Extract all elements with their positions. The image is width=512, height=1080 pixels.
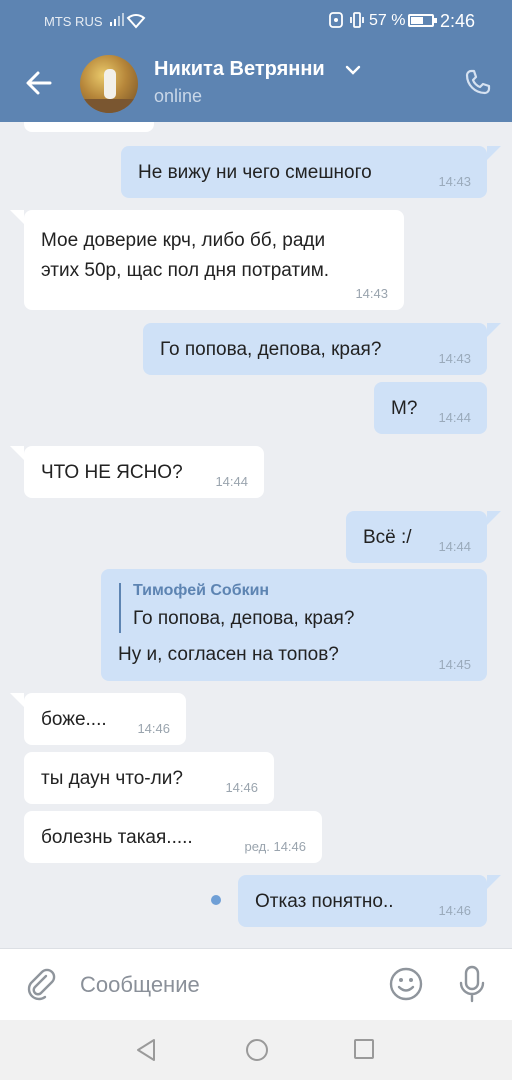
nav-back-icon[interactable] [134,1037,158,1063]
message-time: ред. 14:46 [244,839,306,854]
message-text: М? [391,398,418,419]
bubble-tail [10,446,24,460]
message-composer [0,948,512,1020]
quote-author[interactable]: Тимофей Собкин [133,581,269,601]
arrow-left-icon[interactable] [22,66,56,100]
nav-home-icon[interactable] [244,1037,270,1063]
nfc-icon [329,12,343,28]
message-bubble-out[interactable]: Отказ понятно.. 14:46 [238,875,487,927]
message-input[interactable] [80,968,370,1002]
message-time: 14:44 [215,474,248,489]
message-bubble-in[interactable]: Мое доверие крч, либо бб, ради этих 50р,… [24,210,404,310]
message-time: 14:43 [438,351,471,366]
message-time: 14:43 [438,174,471,189]
carrier-label: MTS RUS [44,14,103,29]
avatar[interactable] [80,55,138,113]
message-time: 14:44 [438,410,471,425]
bubble-tail [10,693,24,707]
message-bubble-out[interactable]: Не вижу ни чего смешного 14:43 [121,146,487,198]
vibrate-icon [350,12,364,28]
chat-header: Никита Ветрянни online [0,44,512,122]
paperclip-icon[interactable] [24,967,58,1001]
message-bubble-in[interactable]: боже.... 14:46 [24,693,186,745]
message-text: боже.... [41,709,107,730]
chevron-down-icon[interactable] [344,64,362,76]
microphone-icon[interactable] [456,964,488,1004]
message-text: Всё :/ [363,527,412,548]
message-time: 14:44 [438,539,471,554]
phone-icon[interactable] [464,68,492,96]
message-bubble-out[interactable]: Всё :/ 14:44 [346,511,487,563]
message-line: этих 50р, щас пол дня потратим. [41,260,330,281]
signal-icon [110,13,124,26]
message-bubble-in[interactable]: болезнь такая..... ред. 14:46 [24,811,322,863]
message-time: 14:43 [355,286,388,301]
message-text: болезнь такая..... [41,827,193,848]
battery-icon [408,14,437,27]
unread-indicator [211,895,221,905]
nav-recent-apps-icon[interactable] [353,1038,375,1060]
bubble-tail [487,511,501,525]
message-text: Го попова, депова, края? [160,339,382,360]
contact-status: online [154,86,203,106]
bubble-tail [487,875,501,889]
system-navigation-bar [0,1020,512,1080]
message-bubble-in[interactable]: ЧТО НЕ ЯСНО? 14:44 [24,446,264,498]
smiley-icon[interactable] [388,966,424,1002]
message-text: Не вижу ни чего смешного [138,162,372,183]
bubble-tail [487,146,501,160]
system-icons [328,11,366,29]
message-time: 14:45 [438,657,471,672]
bubble-tail [10,210,24,224]
message-bubble-in[interactable]: ты даун что-ли? 14:46 [24,752,274,804]
message-text: ЧТО НЕ ЯСНО? [41,462,183,483]
status-time: 2:46 [440,11,476,31]
message-text: Ну и, согласен на топов? [118,644,339,665]
wifi-icon [126,14,146,29]
bubble-tail [487,323,501,337]
message-list[interactable]: Не вижу ни чего смешного 14:43 Мое довер… [0,122,512,948]
message-bubble-out[interactable]: М? 14:44 [374,382,487,434]
message-line: Мое доверие крч, либо бб, ради [41,230,326,251]
message-bubble-partial[interactable] [24,122,154,132]
message-time: 14:46 [225,780,258,795]
message-bubble-out[interactable]: Го попова, депова, края? 14:43 [143,323,487,375]
battery-percent: 57 % [369,12,406,29]
contact-name[interactable]: Никита Ветрянни [154,58,325,81]
message-time: 14:46 [438,903,471,918]
status-bar: MTS RUS 57 % 2:46 [0,0,512,44]
message-time: 14:46 [137,721,170,736]
message-text: ты даун что-ли? [41,768,183,789]
message-bubble-out-reply[interactable]: Тимофей Собкин Го попова, депова, края? … [101,569,487,681]
quote-text[interactable]: Го попова, депова, края? [133,607,354,631]
message-text: Отказ понятно.. [255,891,394,912]
quote-bar [119,583,121,633]
